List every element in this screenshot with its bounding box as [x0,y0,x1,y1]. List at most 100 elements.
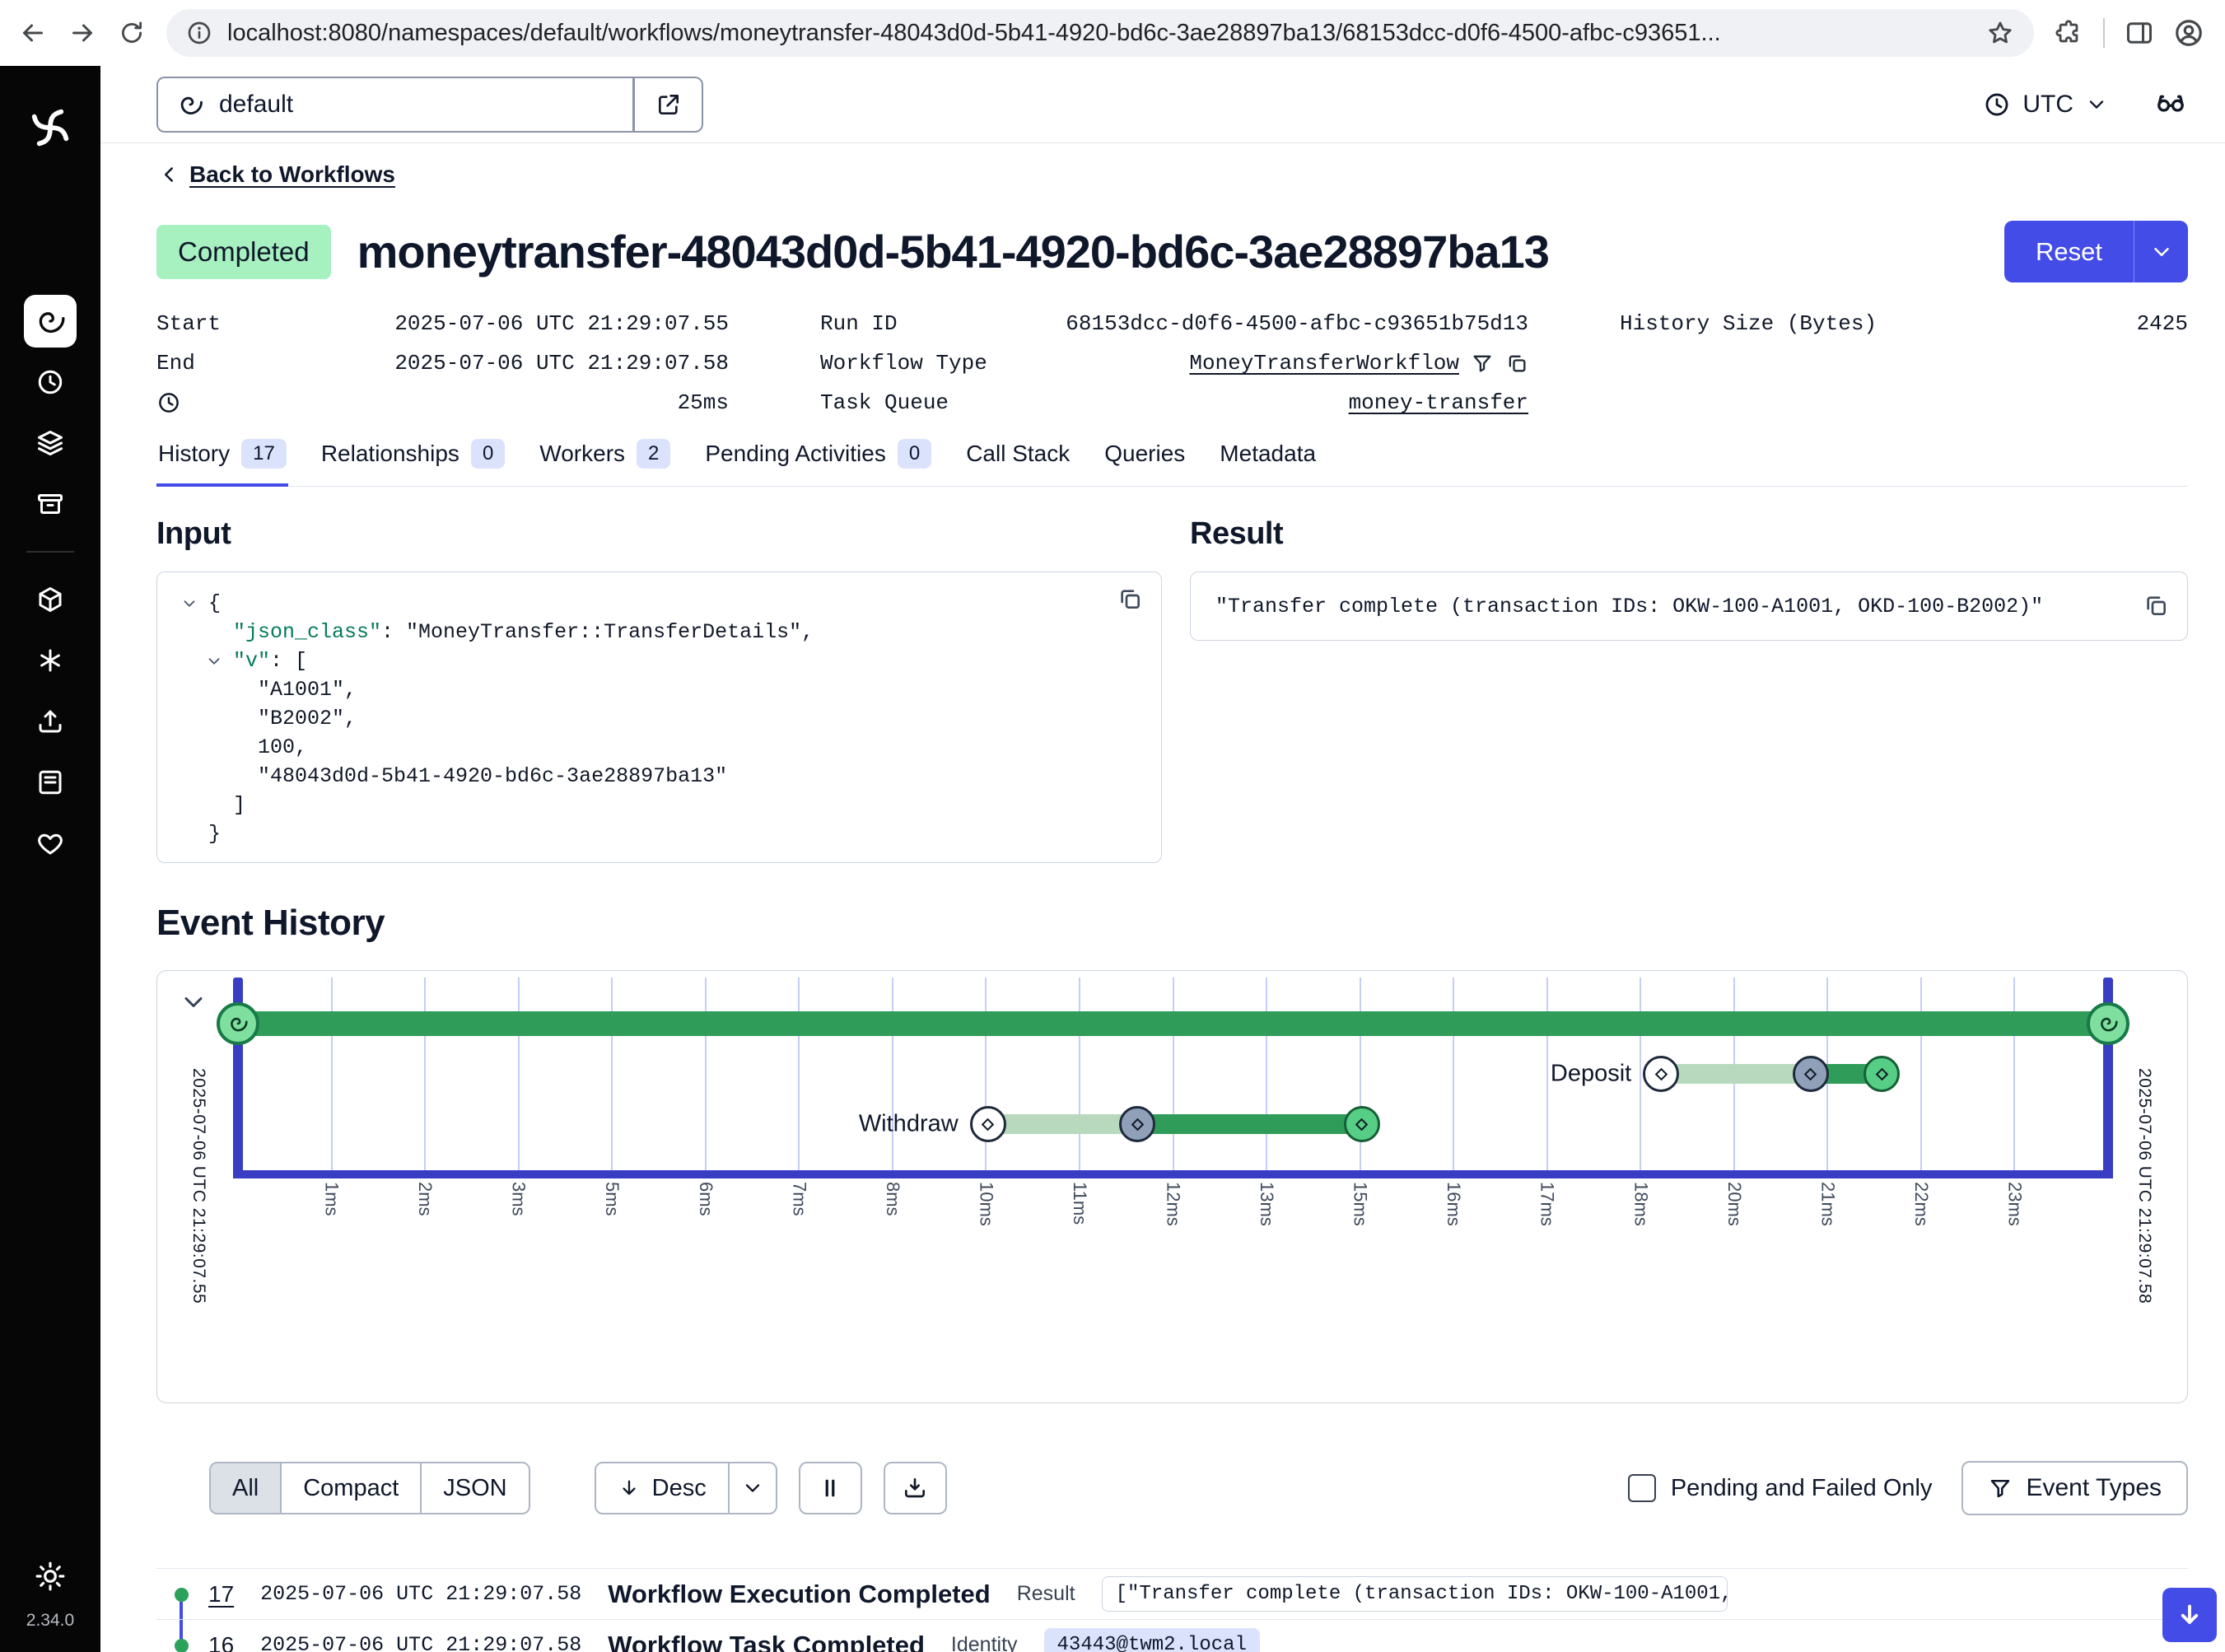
timeline-tick-label: 2ms [414,1182,436,1216]
workflow-execution-bar[interactable] [238,1011,2108,1036]
tab-workers[interactable]: Workers2 [538,439,672,487]
activity-scheduled-marker[interactable] [1643,1056,1679,1092]
detail-value: 2025-07-06 UTC 21:29:07.58 [394,351,729,376]
filter-icon[interactable] [1471,352,1494,375]
view-toggle-all[interactable]: All [211,1463,280,1513]
sidebar-item-workflows[interactable] [24,295,77,348]
event-id-link[interactable]: 17 [208,1581,234,1608]
activity-closed-marker[interactable] [1344,1106,1380,1142]
activity-started-marker[interactable] [1119,1106,1155,1142]
sidebar-nav [24,291,77,874]
json-line: "json_class": "MoneyTransfer::TransferDe… [180,618,1138,646]
namespace-icon [176,91,204,119]
event-detail-label: Identity [951,1633,1018,1652]
sort-desc-button[interactable]: Desc [595,1462,730,1514]
event-timestamp: 2025-07-06 UTC 21:29:07.58 [260,1582,581,1606]
sort-dropdown-button[interactable] [730,1462,777,1514]
event-row[interactable]: 17 2025-07-06 UTC 21:29:07.58 Workflow Exe… [156,1568,2188,1619]
timeline-card: 2025-07-06 UTC 21:29:07.55 2025-07-06 UT… [156,970,2188,1403]
event-name: Workflow Execution Completed [608,1580,990,1609]
schedules-icon [35,367,65,397]
back-link-label: Back to Workflows [189,161,395,188]
pending-failed-checkbox[interactable] [1628,1474,1656,1502]
timeline-tick-label: 23ms [2003,1182,2025,1226]
namespace-open-button[interactable] [634,77,703,133]
copy-input-button[interactable] [1117,586,1143,616]
timezone-value: UTC [2022,91,2073,119]
json-text: "B2002", [258,704,357,733]
sidebar-item-archival[interactable] [24,478,77,530]
scroll-to-bottom-button[interactable] [2162,1588,2217,1642]
activity-closed-marker[interactable] [1863,1056,1900,1092]
timeline-axis [233,1170,2113,1178]
browser-reload-button[interactable] [110,12,153,54]
json-text: "48043d0d-5b41-4920-bd6c-3ae28897ba13" [258,762,727,791]
labs-button[interactable] [2154,86,2187,123]
reset-dropdown-button[interactable] [2134,221,2188,282]
tab-relationships[interactable]: Relationships0 [320,439,506,487]
site-info-icon[interactable] [186,20,212,46]
sidebar-item-schedules[interactable] [24,356,77,408]
activity-scheduled-marker[interactable] [970,1106,1006,1142]
clock-icon [1983,91,2011,119]
detail-value-text: 2425 [2137,311,2188,336]
detail-value-text: 2025-07-06 UTC 21:29:07.55 [394,311,729,336]
namespace-select[interactable]: default [156,77,634,133]
download-button[interactable] [884,1462,947,1514]
tab-metadata[interactable]: Metadata [1218,439,1318,487]
sidebar-item-batch-operations[interactable] [24,417,77,469]
browser-back-button[interactable] [12,12,54,54]
sidebar-item-import[interactable] [24,695,77,748]
tab-call-stack[interactable]: Call Stack [964,439,1071,487]
timezone-select[interactable]: UTC [1983,91,2108,119]
detail-link[interactable]: money-transfer [1349,390,1528,415]
activity-running-bar[interactable] [1137,1114,1362,1134]
view-toggle-compact[interactable]: Compact [280,1463,420,1513]
feedback-icon [35,828,65,858]
activity-started-marker[interactable] [1793,1056,1829,1092]
sidebar: 2.34.0 [0,66,100,1652]
workflow-start-icon[interactable] [217,1002,259,1045]
event-timestamp: 2025-07-06 UTC 21:29:07.58 [260,1633,581,1652]
view-toggle-json[interactable]: JSON [420,1463,528,1513]
browser-address-bar[interactable]: localhost:8080/namespaces/default/workfl… [166,9,2034,57]
sidebar-item-deployments[interactable] [24,573,77,626]
sidebar-item-feedback[interactable] [24,817,77,870]
copy-result-button[interactable] [2143,592,2169,623]
tab-history[interactable]: History17 [156,439,288,487]
top-bar: default UTC [100,66,2225,143]
event-status-dot [175,1639,189,1652]
tab-pending-activities[interactable]: Pending Activities0 [703,439,933,487]
namespace-value: default [219,91,293,119]
bookmark-star-icon[interactable] [1986,19,2014,47]
temporal-logo[interactable] [26,104,74,156]
collapse-caret-icon[interactable] [205,652,233,670]
version-label: 2.34.0 [26,1611,74,1631]
detail-link[interactable]: MoneyTransferWorkflow [1189,351,1459,376]
activity-scheduled-bar[interactable] [1661,1064,1811,1084]
theme-toggle-button[interactable] [35,1561,66,1596]
sidebar-item-reference[interactable] [24,756,77,809]
event-types-button[interactable]: Event Types [1961,1461,2188,1515]
pause-button[interactable] [799,1462,862,1514]
activity-scheduled-bar[interactable] [988,1114,1138,1134]
tab-queries[interactable]: Queries [1103,439,1187,487]
browser-forward-button[interactable] [61,12,104,54]
event-id-link[interactable]: 16 [208,1632,234,1652]
status-badge: Completed [156,225,331,279]
collapse-caret-icon[interactable] [180,595,208,613]
workflow-end-icon[interactable] [2087,1002,2129,1045]
sidebar-item-nexus[interactable] [24,634,77,687]
json-line: "B2002", [180,704,1138,733]
detail-label: History Size (Bytes) [1620,311,1877,336]
extensions-button[interactable] [2047,12,2090,54]
copy-icon[interactable] [1505,352,1528,375]
tab-count-badge: 0 [898,439,931,469]
tab-count-badge: 0 [471,439,505,469]
timeline-collapse-button[interactable] [179,987,208,1021]
reset-button[interactable]: Reset [2004,221,2134,282]
back-to-workflows-link[interactable]: Back to Workflows [156,161,395,188]
event-row[interactable]: 162025-07-06 UTC 21:29:07.58Workflow Tas… [156,1619,2188,1652]
profile-button[interactable] [2167,12,2210,54]
side-panel-button[interactable] [2118,12,2161,54]
